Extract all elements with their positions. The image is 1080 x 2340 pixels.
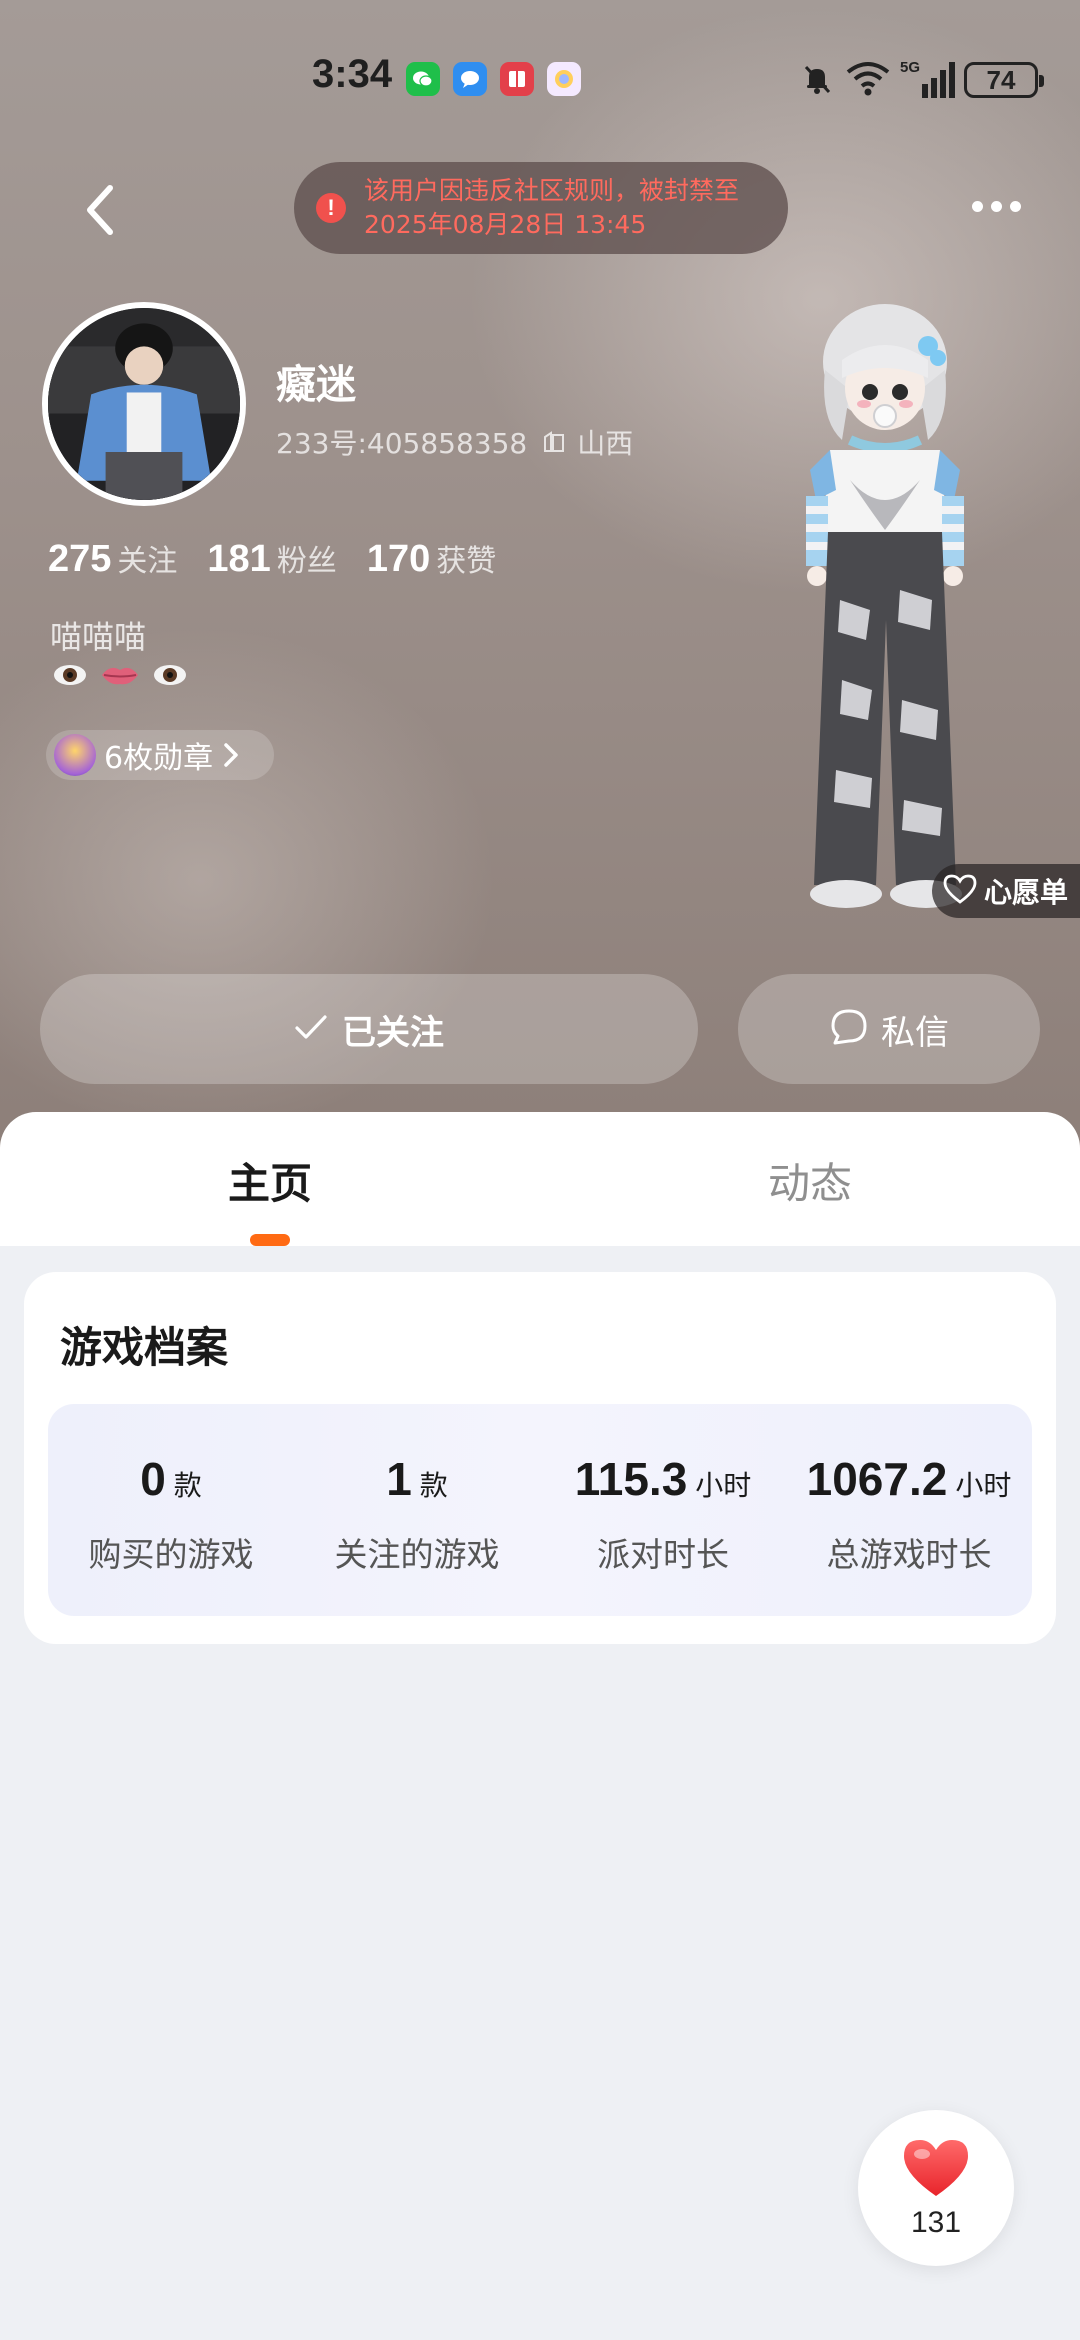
back-button[interactable] bbox=[60, 170, 140, 250]
followers-label: 粉丝 bbox=[276, 544, 337, 579]
purchased-games-count: 0 bbox=[140, 1453, 166, 1505]
following-label: 关注 bbox=[117, 544, 178, 579]
book-app-icon bbox=[500, 62, 534, 96]
purchased-games-unit: 款 bbox=[173, 1469, 202, 1502]
avatar-image bbox=[48, 308, 240, 500]
signal-network-label: 5G bbox=[900, 59, 920, 76]
status-bar: 3:34 5G 74 bbox=[0, 0, 1080, 160]
ban-notice-line1: 该用户因违反社区规则，被封禁至 bbox=[364, 176, 740, 205]
lips-emoji-icon bbox=[100, 660, 140, 690]
gallery-app-icon bbox=[547, 62, 581, 96]
followers-count: 181 bbox=[207, 538, 271, 580]
purchased-games-label: 购买的游戏 bbox=[88, 1535, 254, 1574]
medals-button[interactable]: 6枚勋章 bbox=[46, 730, 274, 780]
medals-label: 6枚勋章 bbox=[104, 741, 214, 776]
more-dot-icon bbox=[1009, 200, 1021, 212]
party-time-unit: 小时 bbox=[695, 1469, 752, 1502]
purchased-games-stat[interactable]: 0 款 购买的游戏 bbox=[48, 1404, 294, 1616]
eye-emoji-icon bbox=[50, 660, 90, 690]
followers-stat[interactable]: 181 粉丝 bbox=[207, 536, 336, 581]
ban-notice-line2: 2025年08月28日 13:45 bbox=[364, 210, 647, 239]
like-button[interactable]: 131 bbox=[858, 2110, 1014, 2266]
chat-bubble-icon bbox=[829, 1007, 869, 1051]
follow-label: 已关注 bbox=[342, 1012, 444, 1053]
character-figure bbox=[806, 304, 964, 908]
avatar[interactable] bbox=[42, 302, 246, 506]
total-playtime-stat[interactable]: 1067.2 小时 总游戏时长 bbox=[786, 1404, 1032, 1616]
likes-stat[interactable]: 170 获赞 bbox=[367, 536, 496, 581]
tab-home[interactable]: 主页 bbox=[170, 1150, 370, 1211]
character-avatar[interactable] bbox=[780, 300, 990, 910]
follow-button[interactable]: 已关注 bbox=[40, 974, 698, 1084]
total-playtime-unit: 小时 bbox=[955, 1469, 1012, 1502]
status-time: 3:34 bbox=[312, 52, 393, 96]
message-label: 私信 bbox=[881, 1012, 949, 1053]
more-dot-icon bbox=[971, 200, 983, 212]
ban-notice: ! 该用户因违反社区规则，被封禁至 2025年08月28日 13:45 bbox=[294, 162, 788, 254]
profile-tabs: 主页 动态 bbox=[0, 1112, 1080, 1246]
followed-games-stat[interactable]: 1 款 关注的游戏 bbox=[294, 1404, 540, 1616]
like-count: 131 bbox=[910, 2206, 962, 2239]
message-app-icon bbox=[453, 62, 487, 96]
party-time-label: 派对时长 bbox=[597, 1535, 729, 1574]
wifi-icon bbox=[844, 60, 892, 102]
user-id: 233号:405858358 bbox=[276, 427, 528, 460]
bio-text: 喵喵喵 bbox=[50, 618, 147, 656]
profile-stats: 275 关注 181 粉丝 170 获赞 bbox=[48, 536, 526, 581]
game-profile-title: 游戏档案 bbox=[60, 1323, 229, 1372]
active-tab-indicator bbox=[250, 1234, 290, 1246]
location-icon bbox=[541, 429, 567, 455]
following-count: 275 bbox=[48, 538, 112, 580]
eye-emoji-icon bbox=[150, 660, 190, 690]
battery-indicator: 74 bbox=[964, 62, 1044, 98]
message-button[interactable]: 私信 bbox=[738, 974, 1040, 1084]
medal-icon bbox=[54, 734, 96, 776]
username: 癡迷 bbox=[276, 362, 356, 408]
followed-games-unit: 款 bbox=[419, 1469, 448, 1502]
party-time-stat[interactable]: 115.3 小时 派对时长 bbox=[540, 1404, 786, 1616]
more-dot-icon bbox=[990, 200, 1002, 212]
game-stats-panel: 0 款 购买的游戏 1 款 关注的游戏 115.3 小时 派对时长 1067.2… bbox=[48, 1404, 1032, 1616]
heart-outline-icon bbox=[942, 873, 978, 909]
bell-muted-icon bbox=[800, 62, 834, 100]
likes-label: 获赞 bbox=[436, 544, 497, 579]
wechat-icon bbox=[406, 62, 440, 96]
following-stat[interactable]: 275 关注 bbox=[48, 536, 177, 581]
chevron-left-icon bbox=[87, 185, 113, 235]
checkmark-icon bbox=[294, 1013, 328, 1045]
game-profile-card: 游戏档案 0 款 购买的游戏 1 款 关注的游戏 115.3 小时 派对时长 1… bbox=[24, 1272, 1056, 1644]
more-options-button[interactable] bbox=[960, 176, 1032, 236]
tab-feed[interactable]: 动态 bbox=[710, 1150, 910, 1211]
chevron-right-icon bbox=[223, 742, 239, 768]
followed-games-label: 关注的游戏 bbox=[334, 1535, 500, 1574]
warning-icon: ! bbox=[316, 193, 346, 223]
heart-filled-icon bbox=[900, 2136, 972, 2204]
total-playtime-label: 总游戏时长 bbox=[826, 1535, 992, 1574]
likes-count: 170 bbox=[366, 538, 431, 580]
user-location: 山西 bbox=[577, 427, 634, 460]
wishlist-button[interactable]: 心愿单 bbox=[932, 864, 1080, 918]
wishlist-label: 心愿单 bbox=[984, 876, 1069, 909]
party-time-value: 115.3 bbox=[574, 1453, 688, 1505]
total-playtime-value: 1067.2 bbox=[806, 1453, 948, 1505]
signal-5g-icon: 5G bbox=[900, 58, 956, 104]
followed-games-count: 1 bbox=[386, 1453, 412, 1505]
user-meta: 233号:405858358 山西 bbox=[276, 422, 633, 462]
bio-emoji-row bbox=[50, 660, 190, 690]
